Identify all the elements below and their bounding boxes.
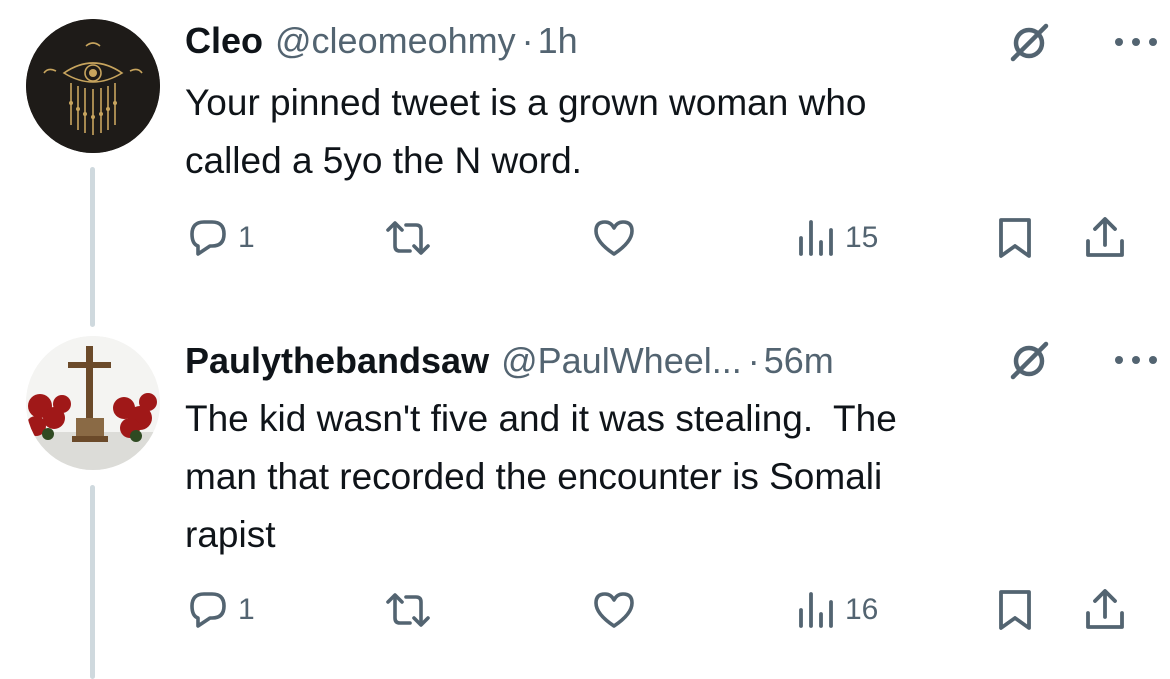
reply-icon xyxy=(190,592,226,628)
bookmark-button[interactable] xyxy=(994,208,1036,268)
views-button[interactable]: 16 xyxy=(795,580,878,640)
separator-dot: · xyxy=(521,20,534,61)
reply-button[interactable]: 1 xyxy=(186,208,255,268)
heart-icon xyxy=(594,220,634,256)
tweet[interactable]: Paulythebandsaw @PaulWheel... · 56m The … xyxy=(0,330,1170,679)
user-handle[interactable]: @cleomeohmy xyxy=(275,16,516,66)
more-icon xyxy=(1115,356,1157,364)
share-icon xyxy=(1086,217,1124,257)
grok-button[interactable] xyxy=(1006,20,1052,66)
user-handle[interactable]: @PaulWheel... xyxy=(501,336,742,386)
tweet-text: Your pinned tweet is a grown woman who c… xyxy=(185,82,867,181)
avatar[interactable] xyxy=(26,19,160,153)
action-bar: 1 xyxy=(0,580,1170,640)
display-name[interactable]: Cleo xyxy=(185,16,263,66)
like-button[interactable] xyxy=(592,580,636,640)
reply-button[interactable]: 1 xyxy=(186,580,255,640)
bookmark-icon xyxy=(999,218,1031,258)
retweet-icon xyxy=(386,221,430,255)
tweet[interactable]: Cleo @cleomeohmy · 1h Your pinned tweet … xyxy=(0,0,1170,330)
share-icon xyxy=(1086,589,1124,629)
retweet-icon xyxy=(386,593,430,627)
action-bar: 1 xyxy=(0,208,1170,268)
share-button[interactable] xyxy=(1083,580,1127,640)
views-button[interactable]: 15 xyxy=(795,208,878,268)
cross-poinsettia-avatar xyxy=(26,336,160,470)
display-name[interactable]: Paulythebandsaw xyxy=(185,336,489,386)
share-button[interactable] xyxy=(1083,208,1127,268)
more-icon xyxy=(1115,38,1157,46)
bookmark-icon xyxy=(999,590,1031,630)
more-button[interactable] xyxy=(1106,340,1166,380)
timestamp[interactable]: 1h xyxy=(538,16,578,66)
grok-button[interactable] xyxy=(1006,338,1052,384)
views-icon xyxy=(799,592,833,628)
retweet-button[interactable] xyxy=(384,208,432,268)
tweet-text: The kid wasn't five and it was stealing.… xyxy=(185,398,897,555)
view-count: 16 xyxy=(845,593,879,626)
views-icon xyxy=(799,220,833,256)
grok-icon xyxy=(1010,341,1049,380)
retweet-button[interactable] xyxy=(384,580,432,640)
avatar[interactable] xyxy=(26,336,160,470)
view-count: 15 xyxy=(845,221,879,254)
separator-dot: · xyxy=(747,340,760,381)
heart-icon xyxy=(594,592,634,628)
bookmark-button[interactable] xyxy=(994,580,1036,640)
timestamp[interactable]: 56m xyxy=(764,336,834,386)
grok-icon xyxy=(1010,23,1049,62)
more-button[interactable] xyxy=(1106,22,1166,62)
like-button[interactable] xyxy=(592,208,636,268)
reply-count: 1 xyxy=(238,593,255,626)
reply-count: 1 xyxy=(238,221,255,254)
eye-emblem-avatar xyxy=(26,19,160,153)
reply-icon xyxy=(190,220,226,256)
